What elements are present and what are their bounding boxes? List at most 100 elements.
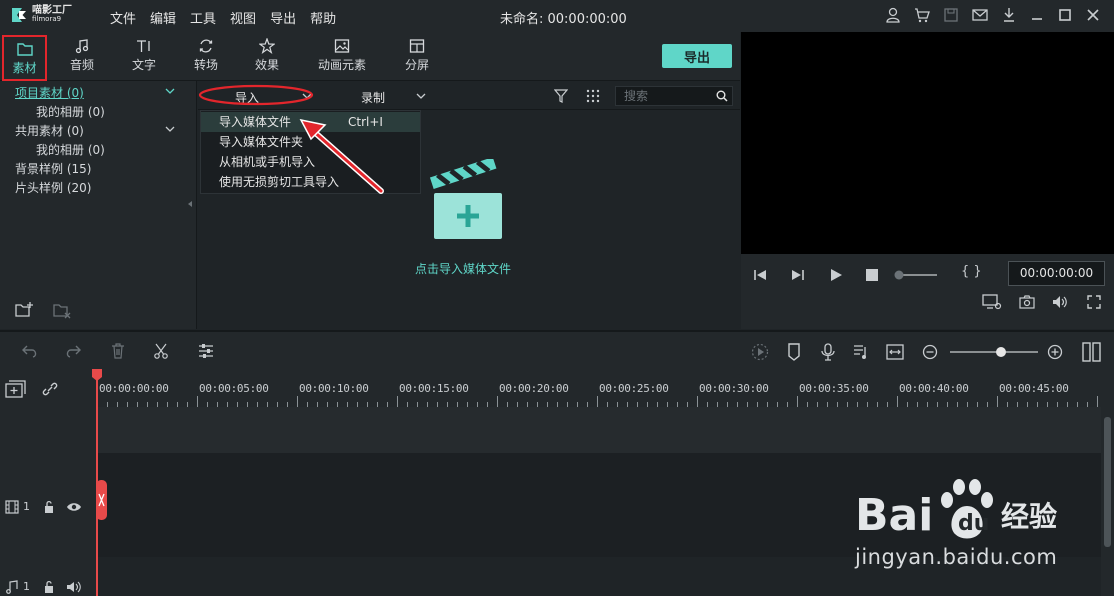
marker-icon[interactable] [787,343,801,361]
watermark-brand-du: du [958,511,989,536]
maximize-icon[interactable] [1058,7,1072,23]
fullscreen-icon[interactable] [1087,295,1101,309]
red-ellipse-annotation [198,84,314,106]
scissors-icon[interactable] [154,343,168,359]
account-icon[interactable] [886,7,900,23]
library-intro-samples[interactable]: 片头样例 (20) [15,179,91,196]
menu-view[interactable]: 视图 [230,8,256,27]
add-track-icon[interactable] [5,380,27,398]
tab-media[interactable]: 素材 [2,35,47,81]
preview-progress-slider[interactable] [893,270,938,280]
menu-bar: 文件 编辑 工具 视图 导出 帮助 [110,8,336,27]
scrollbar-thumb[interactable] [1104,417,1111,547]
download-icon[interactable] [1002,7,1016,23]
zoom-out-icon[interactable] [922,344,938,360]
collapse-panel-icon[interactable] [187,200,193,208]
undo-icon[interactable] [22,344,38,358]
preview-controls: { } 00:00:00:00 [741,254,1114,329]
cart-icon[interactable] [914,7,930,23]
import-hint-text[interactable]: 点击导入媒体文件 [415,260,511,277]
tab-split-screen[interactable]: 分屏 [399,38,435,73]
ruler-tick-label: 00:00:35:00 [799,382,869,395]
snapshot-camera-icon[interactable] [1019,295,1035,309]
ruler-ticks [97,396,1098,407]
menu-export[interactable]: 导出 [270,8,296,27]
fit-timeline-icon[interactable] [886,343,904,361]
render-preview-icon[interactable] [751,343,769,361]
transition-icon [199,39,213,53]
tab-elements[interactable]: 动画元素 [312,38,372,73]
record-chevron-icon[interactable] [416,92,426,100]
volume-icon[interactable] [1052,295,1068,309]
library-background-samples[interactable]: 背景样例 (15) [15,160,91,177]
watermark-brand: Bai [855,490,933,541]
text-icon [137,40,150,52]
menu-tools[interactable]: 工具 [190,8,216,27]
microphone-icon[interactable] [821,343,835,361]
tab-text[interactable]: 文字 [126,38,162,73]
library-my-album[interactable]: 我的相册 (0) [36,103,105,120]
ruler-tick-label: 00:00:00:00 [99,382,169,395]
playhead-handle[interactable] [91,368,103,382]
next-frame-icon[interactable] [791,269,805,281]
baidu-watermark: Bai du 经验 [855,472,1060,544]
media-area-toolbar: 导入 录制 搜索 [198,81,740,110]
tab-audio[interactable]: 音频 [64,38,100,73]
menu-edit[interactable]: 编辑 [150,8,176,27]
tab-transition[interactable]: 转场 [188,38,224,73]
timeline-scrollbar[interactable] [1101,407,1114,596]
timeline-empty-band[interactable] [97,407,1101,453]
lock-icon[interactable] [43,580,55,594]
mark-in-out-brackets[interactable]: { } [961,264,982,279]
search-icon[interactable] [716,90,728,102]
ruler-tick-label: 00:00:40:00 [899,382,969,395]
new-folder-icon[interactable] [14,301,34,319]
export-button[interactable]: 导出 [662,44,732,68]
play-icon[interactable] [830,269,842,281]
playhead-cut-icon[interactable] [96,480,108,520]
ruler-tick-label: 00:00:15:00 [399,382,469,395]
media-area: 导入 录制 搜索 导入媒体文件 Ctrl+I 导入媒体文件夹 从相机或手机导入 … [198,81,740,329]
delete-folder-icon[interactable] [52,301,72,319]
menu-help[interactable]: 帮助 [310,8,336,27]
minimize-icon[interactable] [1030,7,1044,23]
zoom-slider[interactable] [948,346,1040,358]
eye-icon[interactable] [66,501,82,513]
save-icon[interactable] [944,7,958,23]
grid-view-icon[interactable] [586,89,600,103]
ruler-tick-label: 00:00:30:00 [699,382,769,395]
logo-name: 喵影工厂 [32,5,72,16]
chevron-down-icon[interactable] [165,87,175,95]
timeline-view-toggle-icon[interactable] [1082,342,1102,362]
chevron-down-icon[interactable] [165,125,175,133]
link-icon[interactable] [41,380,59,398]
filter-icon[interactable] [554,89,568,103]
close-icon[interactable] [1086,7,1100,23]
adjust-icon[interactable] [198,343,214,359]
tab-effects[interactable]: 效果 [249,38,285,73]
timeline-toolbar [0,330,1114,370]
watermark-url: jingyan.baidu.com [855,545,1058,569]
ruler-tick-label: 00:00:45:00 [999,382,1069,395]
menu-file[interactable]: 文件 [110,8,136,27]
display-settings-icon[interactable] [982,294,1002,310]
filmora-logo-icon [12,8,26,22]
library-project-media[interactable]: 项目素材 (0) [15,84,84,101]
stop-icon[interactable] [866,269,878,281]
timeline-ruler[interactable]: 00:00:00:00 00:00:05:00 00:00:10:00 00:0… [0,370,1114,407]
speaker-icon[interactable] [66,581,82,593]
clapperboard-icon[interactable] [430,159,506,243]
record-dropdown-label[interactable]: 录制 [361,89,385,106]
ruler-tick-label: 00:00:05:00 [199,382,269,395]
library-shared-album[interactable]: 我的相册 (0) [36,141,105,158]
redo-icon[interactable] [65,344,81,358]
mail-icon[interactable] [972,7,988,23]
zoom-in-icon[interactable] [1047,344,1063,360]
preview-viewport [741,32,1114,254]
library-shared-media[interactable]: 共用素材 (0) [15,122,84,139]
previous-frame-icon[interactable] [753,269,767,281]
red-arrow-annotation [299,118,384,194]
delete-icon[interactable] [111,343,125,359]
audio-mixer-icon[interactable] [853,343,869,361]
lock-icon[interactable] [43,500,55,514]
